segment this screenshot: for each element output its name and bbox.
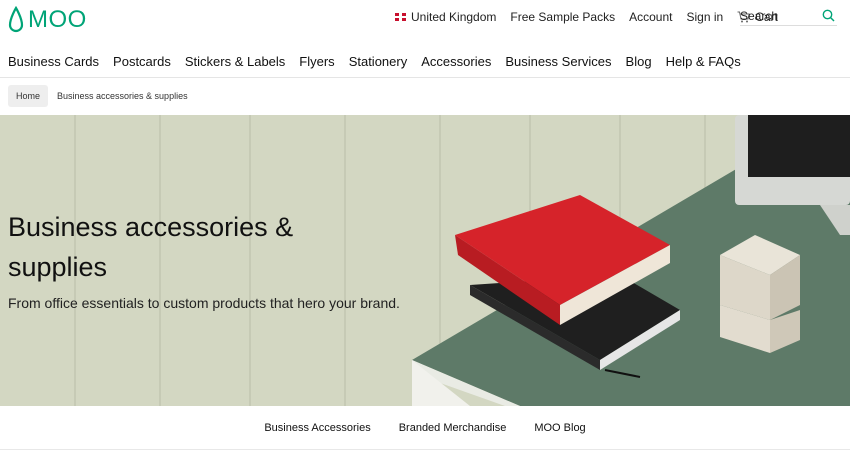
hero-subtitle: From office essentials to custom product… xyxy=(8,295,400,311)
free-sample-packs-link[interactable]: Free Sample Packs xyxy=(510,10,615,24)
subnav-moo-blog[interactable]: MOO Blog xyxy=(534,422,585,434)
main-navigation: Business Cards Postcards Stickers & Labe… xyxy=(8,54,755,69)
breadcrumb-home[interactable]: Home xyxy=(8,85,49,107)
hero-banner: Business accessories & supplies From off… xyxy=(0,115,850,406)
logo-text: MOO xyxy=(28,6,87,33)
nav-postcards[interactable]: Postcards xyxy=(113,54,171,69)
nav-accessories[interactable]: Accessories xyxy=(421,54,491,69)
search-box xyxy=(740,6,837,26)
breadcrumb-current: Business accessories & supplies xyxy=(57,91,188,101)
nav-stationery[interactable]: Stationery xyxy=(349,54,408,69)
droplet-icon xyxy=(8,6,24,33)
sign-in-link[interactable]: Sign in xyxy=(686,10,723,24)
subnav-branded-merchandise[interactable]: Branded Merchandise xyxy=(399,422,507,434)
nav-business-services[interactable]: Business Services xyxy=(505,54,611,69)
nav-business-cards[interactable]: Business Cards xyxy=(8,54,99,69)
hero-title: Business accessories & supplies xyxy=(8,212,294,282)
nav-flyers[interactable]: Flyers xyxy=(299,54,334,69)
subnav-business-accessories[interactable]: Business Accessories xyxy=(264,422,370,434)
nav-blog[interactable]: Blog xyxy=(626,54,652,69)
breadcrumb: Home Business accessories & supplies xyxy=(8,85,188,107)
search-input[interactable] xyxy=(740,6,818,26)
country-label: United Kingdom xyxy=(411,10,497,24)
nav-stickers-labels[interactable]: Stickers & Labels xyxy=(185,54,285,69)
uk-flag-icon xyxy=(395,13,406,21)
account-link[interactable]: Account xyxy=(629,10,672,24)
utility-nav: United Kingdom Free Sample Packs Account… xyxy=(395,10,792,24)
nav-divider xyxy=(0,77,850,78)
country-selector[interactable]: United Kingdom xyxy=(395,10,496,24)
search-icon[interactable] xyxy=(822,9,835,22)
category-subnav: Business Accessories Branded Merchandise… xyxy=(0,406,850,450)
top-bar: MOO United Kingdom Free Sample Packs Acc… xyxy=(0,0,850,40)
moo-logo[interactable]: MOO xyxy=(8,6,87,34)
nav-help-faqs[interactable]: Help & FAQs xyxy=(666,54,741,69)
